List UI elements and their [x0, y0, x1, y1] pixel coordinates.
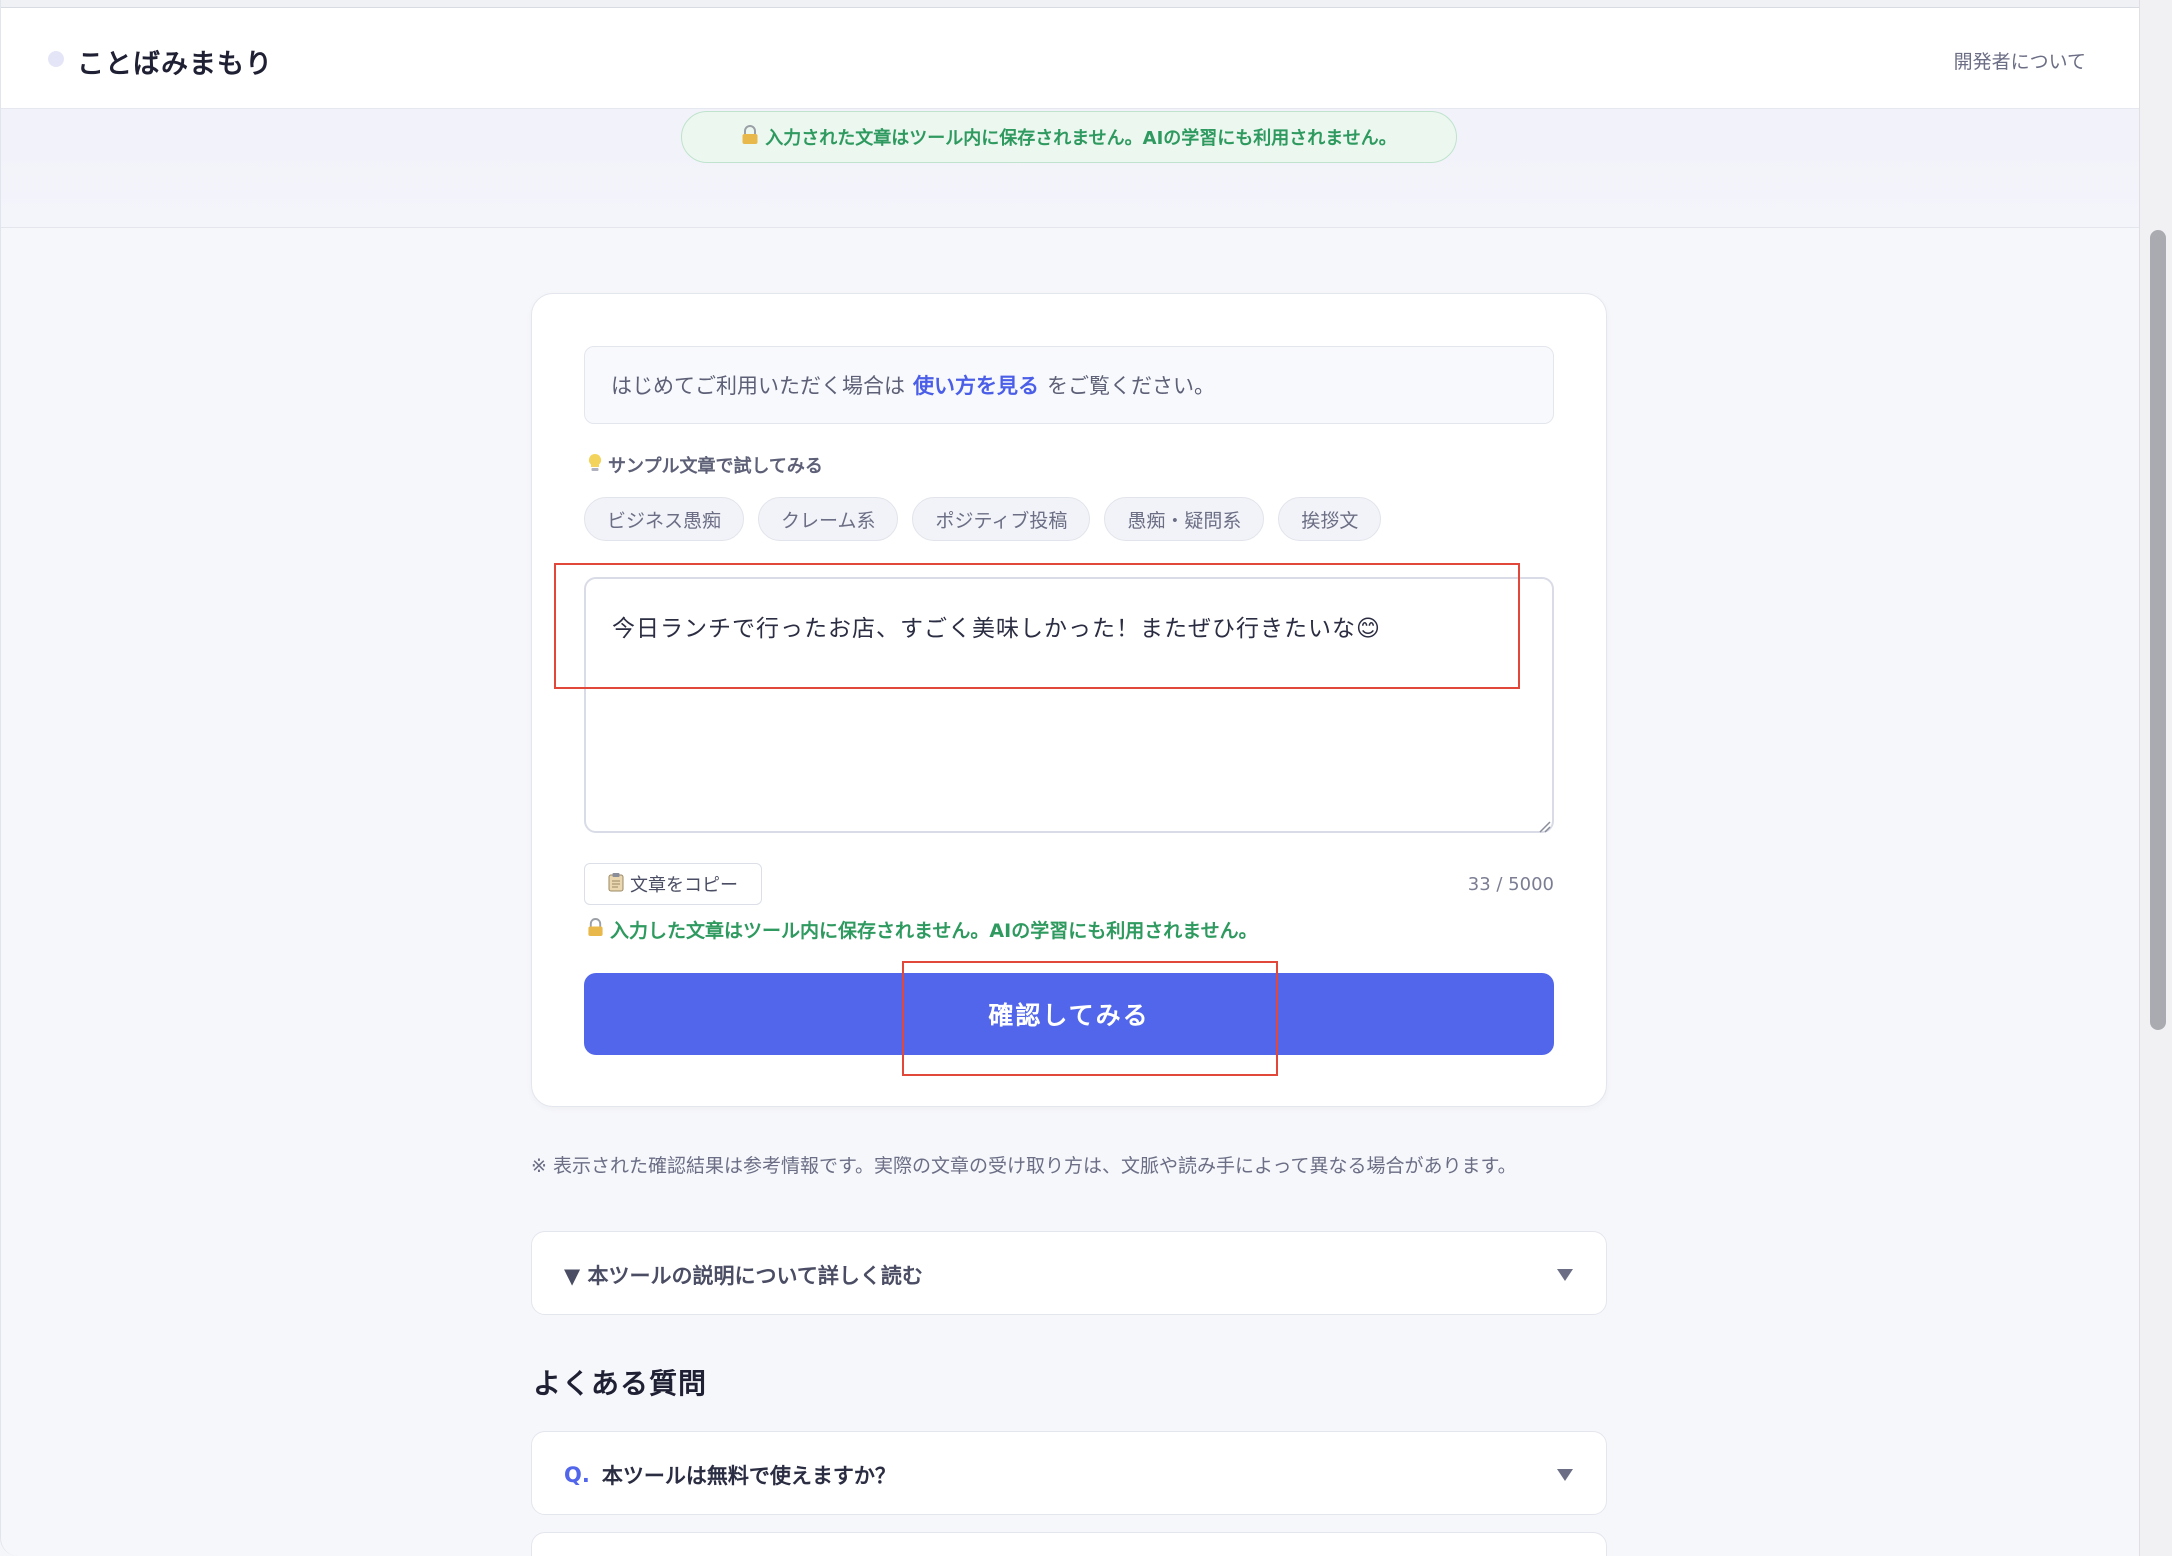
faq-question: Q. 本ツールは無料で使えますか？	[564, 1460, 896, 1490]
tool-details-accordion[interactable]: ▼ 本ツールの説明について詳しく読む	[531, 1231, 1607, 1315]
clipboard-icon	[608, 872, 624, 897]
sample-chip-positive[interactable]: ポジティブ投稿	[912, 497, 1091, 541]
resize-grip-icon[interactable]	[1539, 818, 1551, 833]
usage-guide-box: はじめてご利用いただく場合は 使い方を見る をご覧ください。	[584, 346, 1554, 424]
sample-heading-text: サンプル文章で試してみる	[608, 456, 823, 477]
sample-chip-complaint[interactable]: クレーム系	[758, 497, 899, 541]
sample-chip-row: ビジネス愚痴 クレーム系 ポジティブ投稿 愚痴・疑問系 挨拶文	[584, 497, 1382, 541]
browser-top-strip	[1, 0, 2141, 8]
faq-item-next[interactable]	[531, 1532, 1607, 1556]
how-to-use-link[interactable]: 使い方を見る	[913, 370, 1039, 400]
chevron-down-icon	[1556, 1267, 1574, 1281]
faq-q-mark: Q.	[564, 1463, 590, 1487]
faq-heading: よくある質問	[533, 1367, 708, 1400]
site-header: ことばみまもり 開発者について	[1, 8, 2141, 109]
character-counter: 33 / 5000	[1467, 874, 1554, 895]
privacy-banner: 入力された文章はツール内に保存されません。AIの学習にも利用されません。	[681, 111, 1457, 163]
check-submit-button[interactable]: 確認してみる	[584, 973, 1554, 1055]
hero-band: 入力された文章はツール内に保存されません。AIの学習にも利用されません。	[1, 109, 2141, 228]
faq-item[interactable]: Q. 本ツールは無料で使えますか？	[531, 1431, 1607, 1515]
guide-prefix: はじめてご利用いただく場合は	[611, 374, 905, 398]
checker-card: はじめてご利用いただく場合は 使い方を見る をご覧ください。 サンプル文章で試し…	[531, 293, 1607, 1107]
chevron-down-icon	[1556, 1467, 1574, 1481]
tool-details-label: ▼ 本ツールの説明について詳しく読む	[564, 1264, 923, 1288]
scrollbar-thumb[interactable]	[2150, 230, 2166, 1030]
sample-chip-business[interactable]: ビジネス愚痴	[584, 497, 745, 541]
privacy-banner-text: 入力された文章はツール内に保存されません。AIの学習にも利用されません。	[765, 128, 1397, 149]
lock-icon	[741, 124, 759, 150]
privacy-note-text: 入力した文章はツール内に保存されません。AIの学習にも利用されません。	[610, 920, 1258, 942]
privacy-note: 入力した文章はツール内に保存されません。AIの学習にも利用されません。	[587, 916, 1258, 943]
page: ことばみまもり 開発者について 入力された文章はツール内に保存されません。AIの…	[0, 0, 2141, 1556]
lock-icon	[587, 917, 604, 942]
sample-chip-greeting[interactable]: 挨拶文	[1278, 497, 1382, 541]
page-scrollbar[interactable]	[2139, 0, 2172, 1556]
lightbulb-icon	[588, 453, 602, 478]
logo-dot-icon	[48, 51, 64, 67]
sample-heading: サンプル文章で試してみる	[588, 452, 823, 478]
guide-suffix: をご覧ください。	[1047, 374, 1215, 398]
about-developer-link[interactable]: 開発者について	[1954, 47, 2086, 74]
copy-button-label: 文章をコピー	[630, 875, 738, 895]
result-disclaimer: ※ 表示された確認結果は参考情報です。実際の文章の受け取り方は、文脈や読み手によ…	[531, 1155, 1517, 1177]
faq-question-text: 本ツールは無料で使えますか？	[601, 1464, 896, 1488]
site-logo[interactable]: ことばみまもり	[77, 42, 273, 81]
text-input[interactable]	[584, 577, 1554, 833]
copy-text-button[interactable]: 文章をコピー	[584, 863, 762, 905]
sample-chip-question[interactable]: 愚痴・疑問系	[1104, 497, 1265, 541]
